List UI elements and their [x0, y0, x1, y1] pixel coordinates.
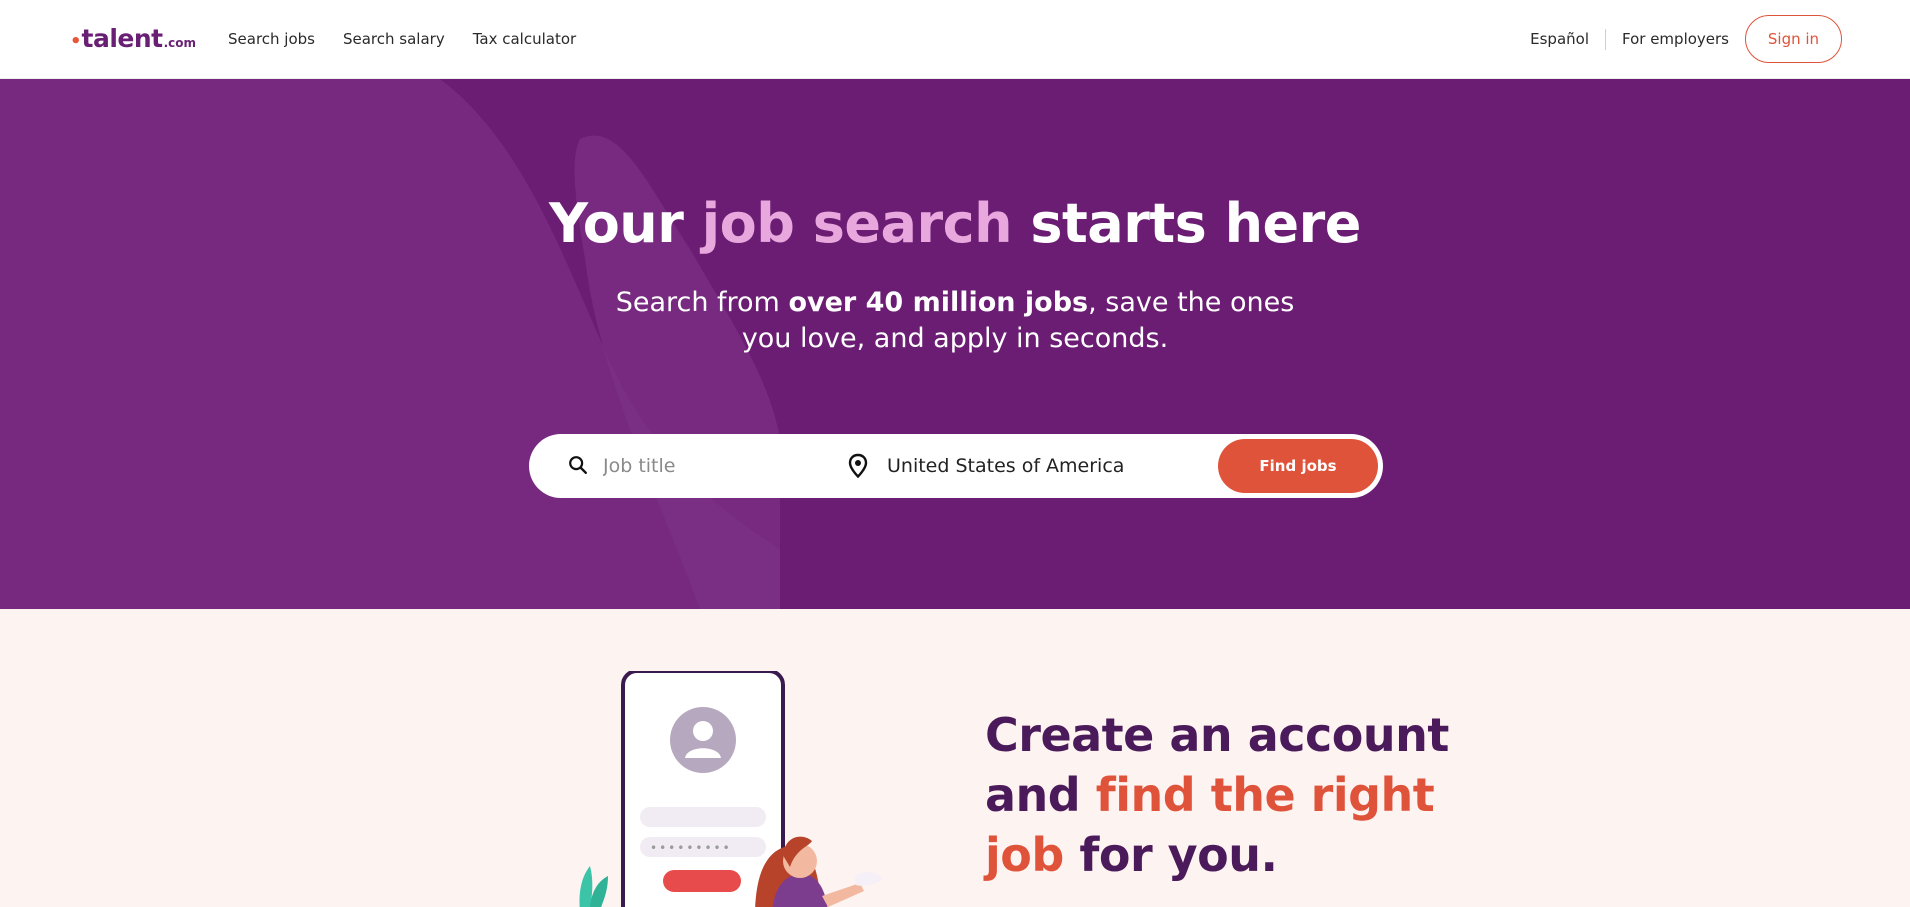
cta-line2a: and [985, 768, 1096, 822]
job-title-input[interactable] [603, 447, 833, 485]
hero-subtitle: Search from over 40 million jobs, save t… [0, 285, 1910, 357]
subtitle-line2: you love, and apply in seconds. [741, 323, 1169, 354]
logo-dot-icon: • [70, 31, 82, 52]
headline-part1: Your [549, 192, 702, 255]
find-jobs-button[interactable]: Find jobs [1218, 439, 1378, 493]
account-promo-section: ••••••••• Create an account and find the… [0, 609, 1910, 907]
cta-line2b: find the right [1095, 768, 1435, 822]
search-icon [567, 454, 589, 480]
location-pin-icon [847, 453, 869, 483]
cta-line3a: job [985, 828, 1064, 882]
logo-suffix: .com [163, 36, 197, 50]
main-nav: Search jobs Search salary Tax calculator [228, 30, 576, 48]
logo-word: talent [81, 24, 164, 53]
hero-headline: Your job search starts here [0, 192, 1910, 255]
site-header: • talent .com Search jobs Search salary … [0, 0, 1910, 79]
nav-tax-calculator[interactable]: Tax calculator [473, 30, 576, 48]
headline-highlight: job search [701, 192, 1013, 255]
cta-line1: Create an account [985, 708, 1449, 762]
headline-part2: starts here [1012, 192, 1361, 255]
nav-search-jobs[interactable]: Search jobs [228, 30, 315, 48]
subtitle-part1: Search from [615, 287, 789, 318]
svg-text:•••••••••: ••••••••• [650, 841, 732, 855]
hero-section: Your job search starts here Search from … [0, 79, 1910, 609]
create-account-heading: Create an account and find the right job… [985, 705, 1505, 885]
job-search-form: Find jobs [529, 434, 1383, 498]
for-employers-link[interactable]: For employers [1606, 30, 1745, 48]
subtitle-bold: over 40 million jobs [788, 287, 1089, 318]
header-actions: Español For employers Sign in [1530, 15, 1842, 63]
subtitle-part2: , save the ones [1088, 287, 1295, 318]
nav-search-salary[interactable]: Search salary [343, 30, 445, 48]
language-link[interactable]: Español [1530, 30, 1605, 48]
location-input[interactable] [887, 447, 1197, 485]
cta-line3b: for you. [1063, 828, 1278, 882]
phone-signup-illustration: ••••••••• [579, 671, 882, 907]
talent-logo[interactable]: • talent .com [70, 24, 196, 53]
sign-in-button[interactable]: Sign in [1745, 15, 1842, 63]
